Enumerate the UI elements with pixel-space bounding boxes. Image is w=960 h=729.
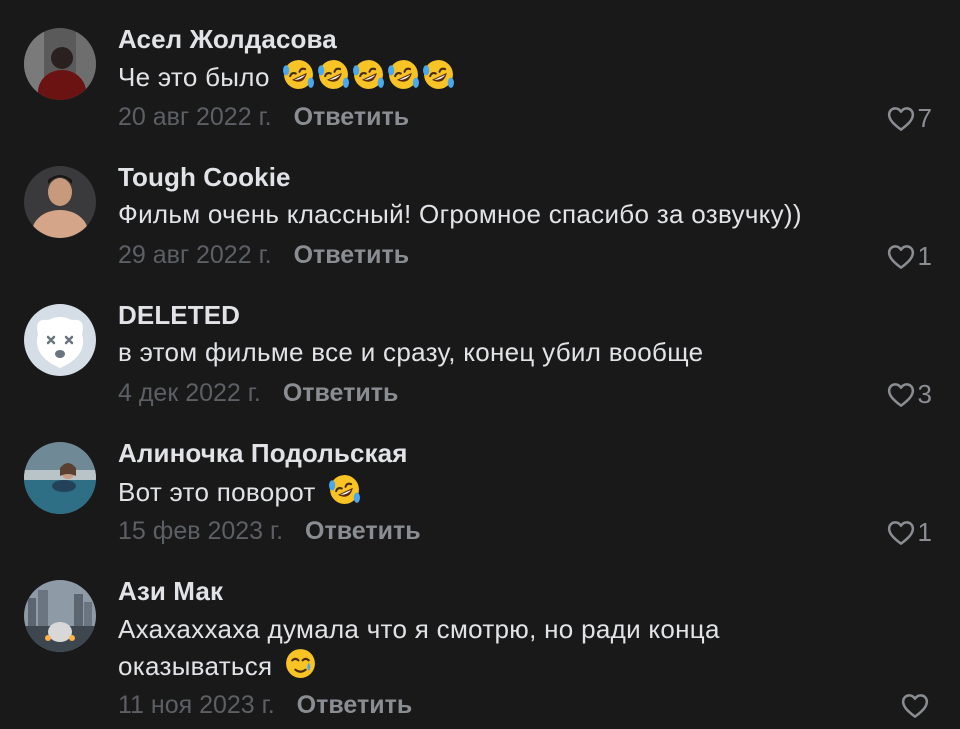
comment-text: Вот это поворот bbox=[118, 473, 938, 510]
like-count: 3 bbox=[917, 379, 932, 409]
comment-text-content: Вот это поворот bbox=[118, 477, 316, 507]
reply-button[interactable]: Ответить bbox=[283, 379, 399, 407]
comment-text-content: Че это было bbox=[118, 62, 270, 92]
comment-author[interactable]: Асел Жолдасова bbox=[118, 24, 337, 55]
comment-author[interactable]: Алиночка Подольская bbox=[118, 438, 407, 469]
comment-text-content: Ахахаххаха думала что я смотрю, но ради … bbox=[118, 614, 720, 681]
comment-text: Ахахаххаха думала что я смотрю, но ради … bbox=[118, 611, 818, 684]
reply-button[interactable]: Ответить bbox=[294, 241, 410, 269]
avatar[interactable] bbox=[24, 28, 96, 100]
rofl-emoji bbox=[317, 58, 350, 91]
heart-outline-icon bbox=[900, 691, 930, 721]
avatar[interactable] bbox=[24, 166, 96, 238]
like-count: 1 bbox=[917, 241, 932, 271]
like-button[interactable]: 1 bbox=[886, 241, 932, 272]
comment-date[interactable]: 11 ноя 2023 г. bbox=[118, 691, 275, 719]
heart-outline-icon bbox=[886, 104, 916, 134]
comment-meta: 15 фев 2023 г. Ответить bbox=[118, 517, 421, 546]
reply-button[interactable]: Ответить bbox=[297, 691, 413, 719]
like-button[interactable]: 1 bbox=[886, 517, 932, 548]
heart-outline-icon bbox=[886, 518, 916, 548]
like-count: 7 bbox=[917, 103, 932, 133]
comment-date[interactable]: 20 авг 2022 г. bbox=[118, 103, 272, 131]
comment-date[interactable]: 29 авг 2022 г. bbox=[118, 241, 272, 269]
reply-button[interactable]: Ответить bbox=[294, 103, 410, 131]
comment-text: в этом фильме все и сразу, конец убил во… bbox=[118, 337, 704, 367]
rofl-emoji bbox=[387, 58, 420, 91]
like-count: 1 bbox=[917, 517, 932, 547]
comment-author[interactable]: Tough Cookie bbox=[118, 162, 291, 193]
comment-text: Че это было bbox=[118, 58, 938, 95]
avatar[interactable] bbox=[24, 304, 96, 376]
comment-text: Фильм очень классный! Огромное спасибо з… bbox=[118, 199, 802, 229]
avatar[interactable] bbox=[24, 442, 96, 514]
comment-date[interactable]: 4 дек 2022 г. bbox=[118, 379, 261, 407]
avatar[interactable] bbox=[24, 580, 96, 652]
comment-meta: 4 дек 2022 г. Ответить bbox=[118, 379, 398, 408]
comment-meta: 29 авг 2022 г. Ответить bbox=[118, 241, 409, 270]
rofl-emoji bbox=[328, 473, 361, 506]
heart-outline-icon bbox=[886, 242, 916, 272]
heart-outline-icon bbox=[886, 380, 916, 410]
tear-smile-emoji bbox=[284, 647, 317, 680]
comment-author[interactable]: DELETED bbox=[118, 300, 240, 331]
like-button[interactable] bbox=[900, 691, 932, 721]
like-button[interactable]: 3 bbox=[886, 379, 932, 410]
like-button[interactable]: 7 bbox=[886, 103, 932, 134]
rofl-emoji bbox=[422, 58, 455, 91]
rofl-emoji bbox=[352, 58, 385, 91]
comment-meta: 20 авг 2022 г. Ответить bbox=[118, 103, 409, 132]
comment-author[interactable]: Ази Мак bbox=[118, 576, 223, 607]
comment-date[interactable]: 15 фев 2023 г. bbox=[118, 517, 283, 545]
comment-meta: 11 ноя 2023 г. Ответить bbox=[118, 691, 412, 720]
rofl-emoji bbox=[282, 58, 315, 91]
reply-button[interactable]: Ответить bbox=[305, 517, 421, 545]
